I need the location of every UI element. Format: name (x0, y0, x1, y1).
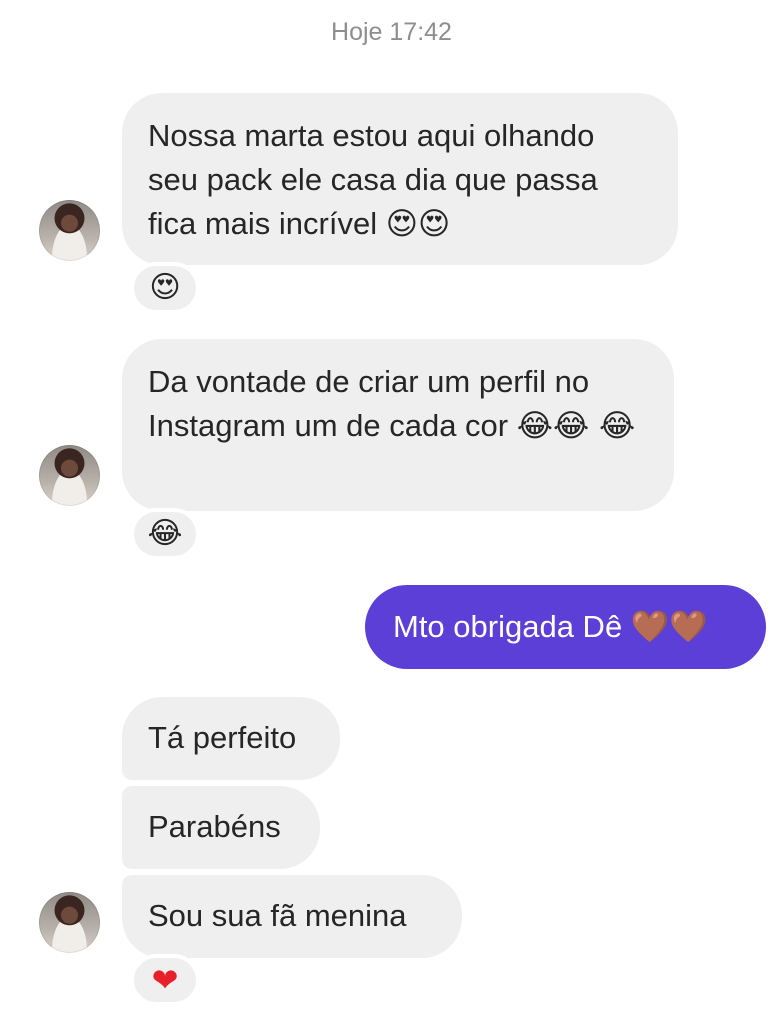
brown-heart-emoji: 🤎🤎 (630, 609, 709, 645)
received-message-bubble[interactable]: Sou sua fã menina (122, 875, 462, 958)
message-reaction[interactable]: ❤ (130, 954, 200, 1006)
red-heart-icon: ❤ (151, 961, 179, 999)
message-text: Nossa marta estou aqui olhando seu pack … (148, 118, 598, 241)
message-text: Mto obrigada Dê (393, 609, 623, 644)
heart-eyes-emoji: 😍 (149, 270, 181, 305)
heart-eyes-emoji: 😍😍 (385, 206, 451, 242)
contact-avatar[interactable] (39, 892, 100, 953)
message-reaction[interactable]: 😍 (130, 262, 200, 314)
chat-timestamp: Hoje 17:42 (331, 18, 452, 46)
received-message-bubble[interactable]: Parabéns (122, 786, 320, 869)
message-text: Sou sua fã menina (148, 898, 407, 933)
received-message-bubble[interactable]: Nossa marta estou aqui olhando seu pack … (122, 93, 678, 265)
message-text: Tá perfeito (148, 720, 297, 755)
contact-avatar[interactable] (39, 445, 100, 506)
received-message-bubble[interactable]: Tá perfeito (122, 697, 340, 780)
sent-message-bubble[interactable]: Mto obrigada Dê 🤎🤎 (365, 585, 766, 669)
laughing-emoji: 😂 (147, 516, 183, 551)
message-reaction[interactable]: 😂 (130, 508, 200, 560)
contact-avatar[interactable] (39, 200, 100, 261)
received-message-bubble[interactable]: Da vontade de criar um perfil no Instagr… (122, 339, 674, 511)
message-text: Parabéns (148, 809, 281, 844)
laughing-emoji: 😂😂 😂 (516, 408, 636, 444)
